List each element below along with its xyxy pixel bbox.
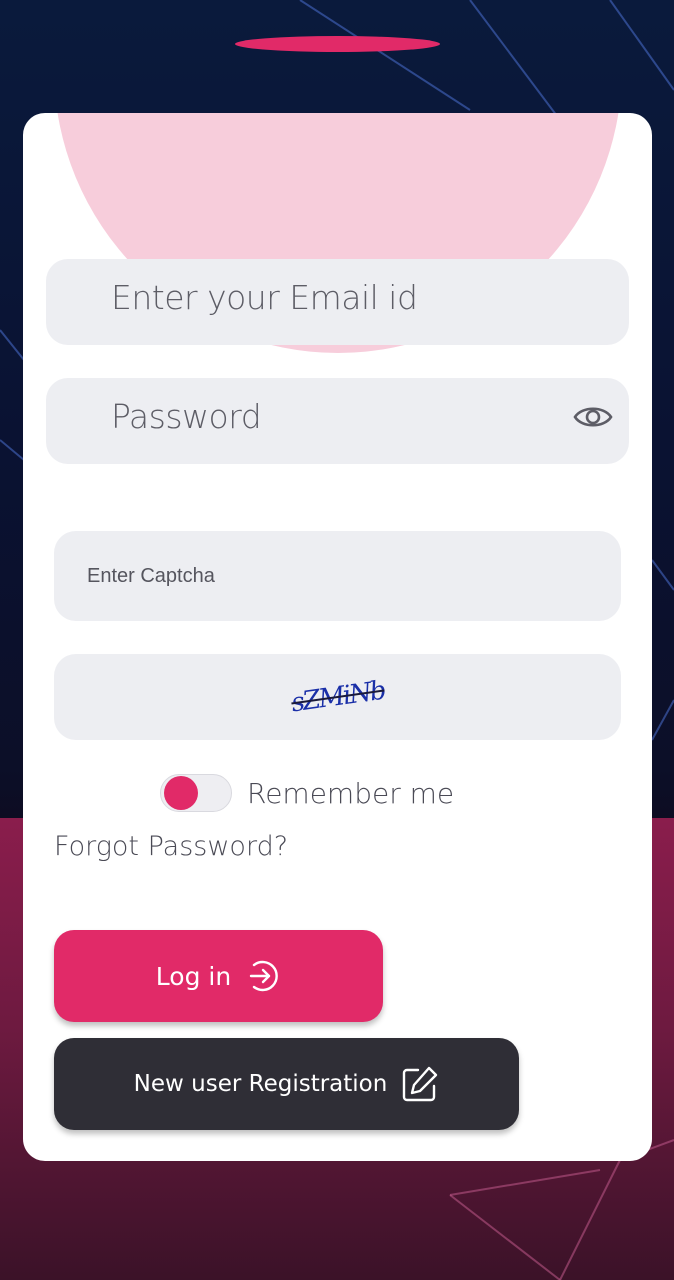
remember-toggle[interactable] — [160, 774, 232, 812]
login-button[interactable]: Log in — [54, 930, 383, 1022]
arrow-right-circle-icon — [249, 960, 278, 992]
login-button-label: Log in — [155, 961, 232, 991]
password-placeholder: Password — [111, 396, 262, 436]
captcha-code: sZMiNb — [288, 675, 387, 719]
register-button-label: New user Registration — [133, 1071, 388, 1097]
login-card: Enter your Email id Password Enter Captc… — [23, 113, 652, 1161]
remember-row: Remember me — [160, 774, 454, 812]
captcha-image: sZMiNb — [54, 654, 621, 740]
forgot-password-link[interactable]: Forgot Password? — [54, 831, 288, 862]
edit-icon — [403, 1066, 438, 1102]
password-field[interactable]: Password — [46, 378, 629, 464]
captcha-input[interactable]: Enter Captcha — [54, 531, 621, 621]
eye-icon[interactable] — [573, 402, 613, 432]
top-decor-pill — [235, 36, 440, 52]
register-button[interactable]: New user Registration — [54, 1038, 519, 1130]
captcha-placeholder: Enter Captcha — [87, 564, 215, 587]
toggle-knob — [164, 776, 198, 810]
email-placeholder: Enter your Email id — [111, 277, 418, 317]
email-field[interactable]: Enter your Email id — [46, 259, 629, 345]
remember-label: Remember me — [247, 776, 455, 810]
